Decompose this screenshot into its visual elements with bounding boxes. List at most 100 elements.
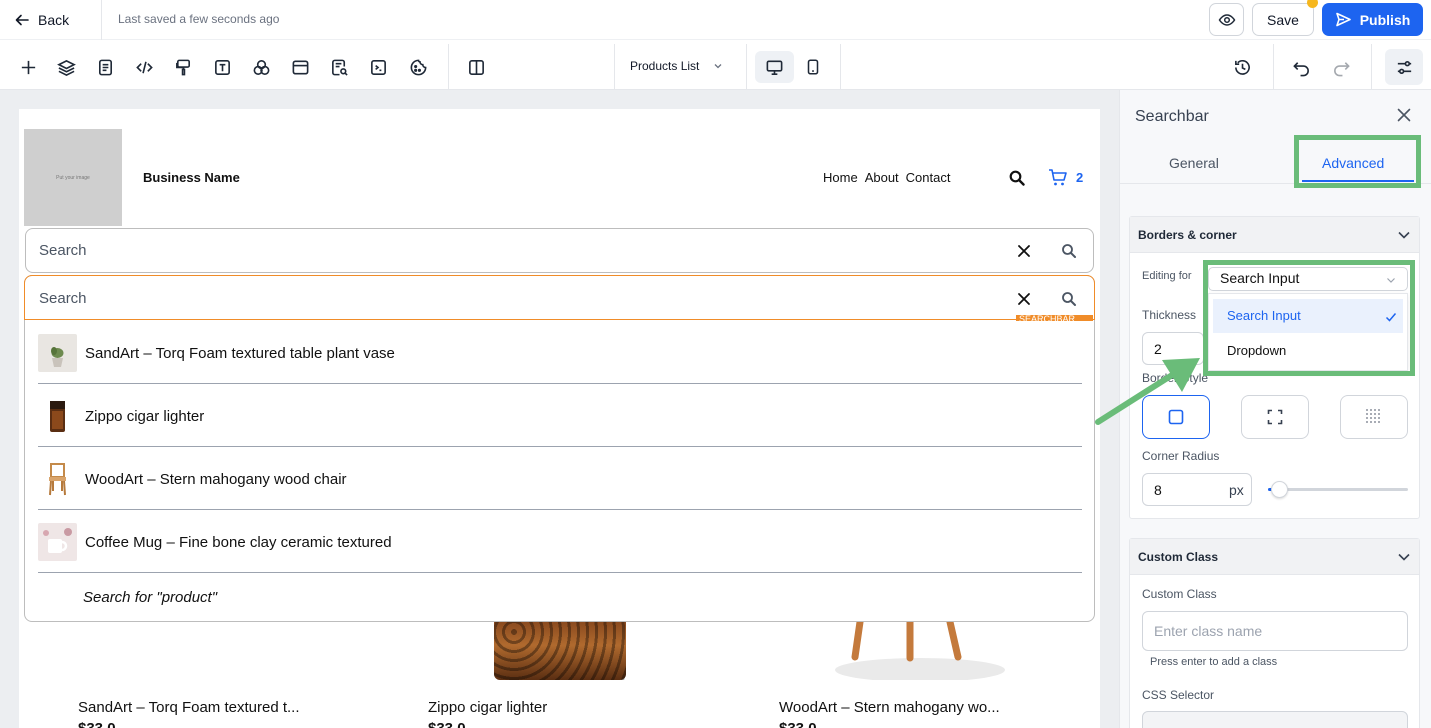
corner-radius-slider[interactable] (1268, 488, 1408, 491)
thickness-label: Thickness (1142, 308, 1197, 322)
section-header[interactable]: Custom Class (1130, 539, 1419, 575)
chevron-down-icon (714, 64, 722, 69)
search-icon[interactable] (1061, 291, 1077, 307)
redo-icon[interactable] (1330, 56, 1352, 78)
divider (38, 509, 1082, 510)
css-selector-label: CSS Selector (1142, 688, 1215, 702)
cart-count: 2 (1076, 170, 1084, 185)
close-icon[interactable] (1016, 243, 1032, 259)
search-input-placeholder[interactable]: Search (39, 242, 87, 259)
list-item[interactable]: WoodArt – Stern mahogany wood chair (38, 459, 1082, 499)
seo-icon[interactable] (328, 56, 350, 78)
arrow-icon (1095, 358, 1200, 425)
chevron-down-icon[interactable] (1397, 550, 1411, 564)
nav-menu: Home About Contact (823, 170, 950, 185)
layers-icon[interactable] (55, 56, 77, 78)
search-icon[interactable] (1009, 170, 1025, 186)
product-thumbnail (38, 334, 77, 372)
border-style-corners-button[interactable] (1241, 395, 1309, 439)
code-icon[interactable] (133, 56, 155, 78)
add-icon[interactable] (17, 56, 39, 78)
divider (1273, 44, 1274, 90)
paint-icon[interactable] (172, 56, 194, 78)
page-select[interactable]: Products List (630, 59, 723, 73)
section-header[interactable]: Borders & corner (1130, 217, 1419, 253)
list-item[interactable]: Coffee Mug – Fine bone clay ceramic text… (38, 522, 1082, 562)
custom-class-placeholder: Enter class name (1154, 623, 1263, 639)
cart[interactable]: 2 (1048, 168, 1083, 187)
close-icon[interactable] (1016, 291, 1032, 307)
highlight-box (1294, 135, 1421, 188)
logo-placeholder-text: Put your image (56, 174, 90, 181)
divider (38, 572, 1082, 573)
custom-class-hint: Press enter to add a class (1150, 656, 1278, 668)
mobile-view-button[interactable] (802, 51, 824, 83)
product-thumbnail (38, 523, 77, 561)
business-name[interactable]: Business Name (143, 170, 240, 185)
search-icon[interactable] (1061, 243, 1077, 259)
tab-general[interactable]: General (1169, 155, 1219, 171)
layout-icon[interactable] (465, 56, 487, 78)
search-input-placeholder[interactable]: Search (39, 290, 87, 307)
desktop-view-button[interactable] (755, 51, 794, 83)
searchbar-tag: SEARCHBAR (1016, 315, 1093, 321)
css-selector-input[interactable] (1142, 711, 1408, 728)
section-title: Custom Class (1138, 550, 1219, 564)
product-thumbnail (38, 460, 77, 498)
nav-item-about[interactable]: About (865, 170, 899, 185)
dotted-square-icon (1366, 409, 1380, 423)
divider (1371, 44, 1372, 90)
corner-radius-label: Corner Radius (1142, 449, 1220, 463)
text-icon[interactable] (211, 56, 233, 78)
undo-icon[interactable] (1290, 56, 1312, 78)
publish-button[interactable]: Publish (1322, 3, 1423, 36)
result-label: SandArt – Torq Foam textured table plant… (85, 344, 395, 362)
divider (746, 44, 747, 90)
divider (448, 44, 449, 90)
cookie-icon[interactable] (407, 56, 429, 78)
save-button[interactable]: Save (1252, 3, 1314, 36)
eye-icon (1218, 13, 1235, 26)
product-title[interactable]: SandArt – Torq Foam textured t... (78, 699, 300, 716)
history-icon[interactable] (1231, 56, 1253, 78)
search-dropdown (24, 275, 1095, 622)
nav-item-contact[interactable]: Contact (906, 170, 951, 185)
section-icon[interactable] (289, 56, 311, 78)
product-thumbnail (38, 397, 77, 435)
send-icon (1335, 12, 1351, 27)
product-price: $33.0 (78, 720, 116, 728)
editor-toolbar: Products List (0, 44, 1431, 90)
searchbar-selected[interactable] (24, 275, 1095, 320)
corner-radius-value: 8 (1154, 482, 1162, 498)
divider (38, 383, 1082, 384)
result-label: Zippo cigar lighter (85, 407, 205, 425)
settings-button[interactable] (1385, 49, 1423, 85)
highlight-box (1203, 260, 1415, 376)
product-image (494, 622, 626, 680)
preview-button[interactable] (1209, 3, 1244, 36)
chevron-down-icon[interactable] (1397, 228, 1411, 242)
product-price: $33.0 (428, 720, 466, 728)
divider (840, 44, 841, 90)
divider (614, 44, 615, 90)
list-item[interactable]: SandArt – Torq Foam textured table plant… (38, 333, 1082, 373)
product-price: $33.0 (779, 720, 817, 728)
searchbar-top[interactable] (25, 228, 1094, 273)
close-icon[interactable] (1397, 108, 1411, 122)
terminal-icon[interactable] (367, 56, 389, 78)
arrow-left-icon (15, 14, 29, 26)
list-item[interactable]: Zippo cigar lighter (38, 396, 1082, 436)
product-title[interactable]: WoodArt – Stern mahogany wo... (779, 699, 1000, 716)
product-title[interactable]: Zippo cigar lighter (428, 699, 547, 716)
border-style-dotted-button[interactable] (1340, 395, 1408, 439)
section-title: Borders & corner (1138, 228, 1237, 242)
page-select-value: Products List (630, 59, 700, 73)
nav-item-home[interactable]: Home (823, 170, 858, 185)
logo-placeholder[interactable]: Put your image (24, 129, 122, 226)
custom-class-label: Custom Class (1142, 587, 1217, 601)
elements-icon[interactable] (250, 56, 272, 78)
search-for-link[interactable]: Search for "product" (83, 589, 217, 606)
saved-status: Last saved a few seconds ago (118, 12, 280, 26)
back-button[interactable]: Back (14, 8, 69, 32)
pages-icon[interactable] (94, 56, 116, 78)
